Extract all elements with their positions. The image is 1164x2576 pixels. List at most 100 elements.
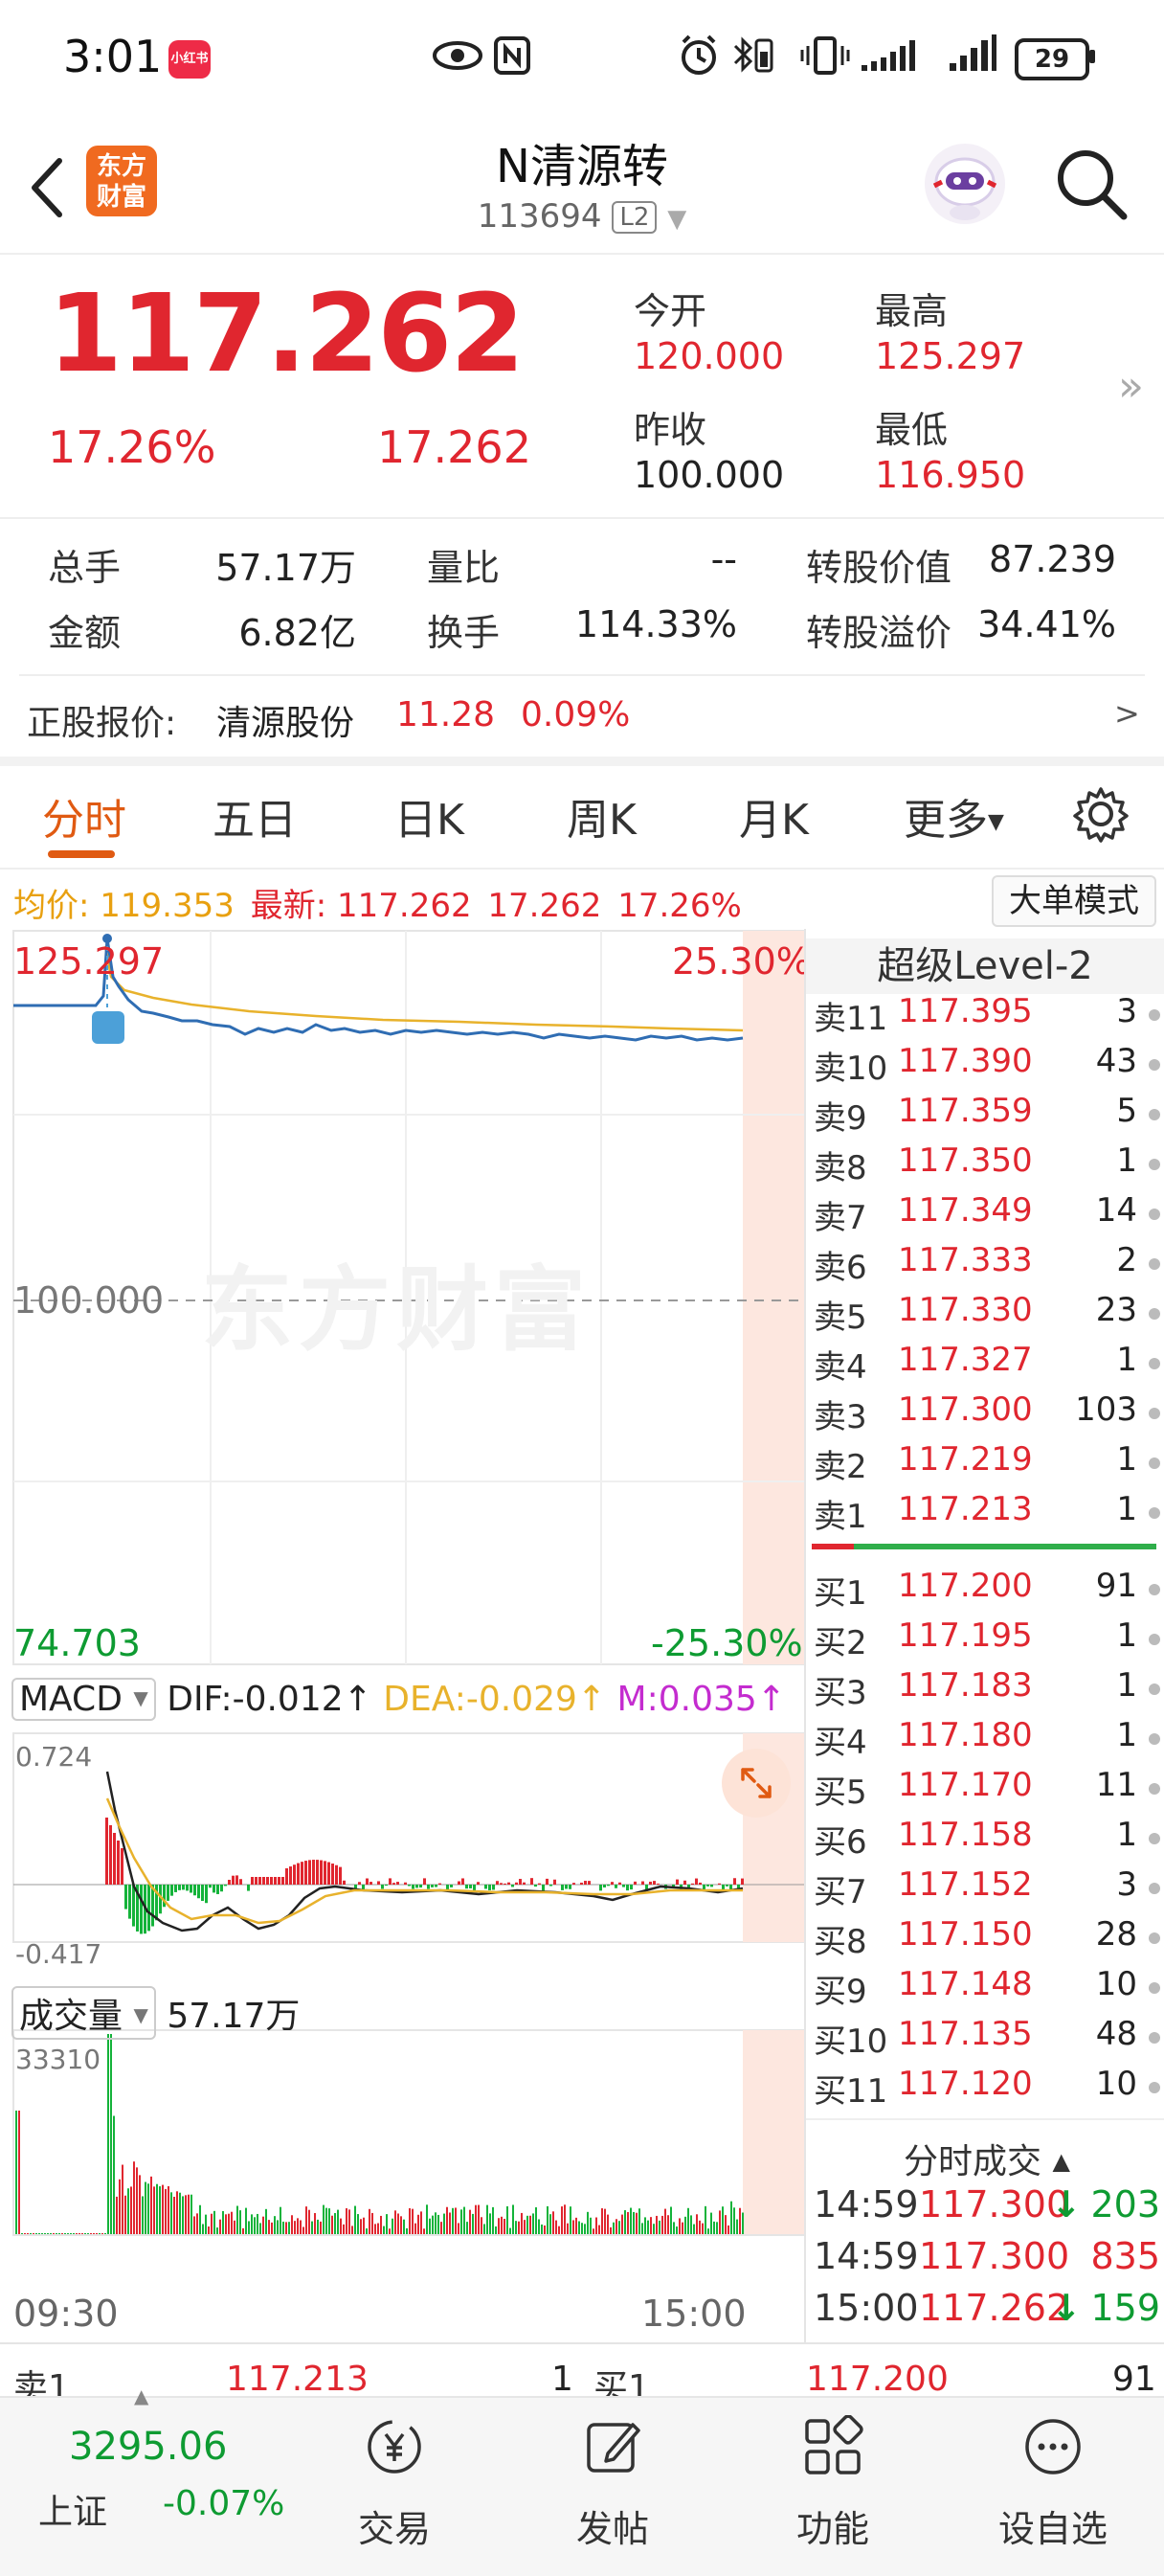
volume-bar	[225, 2214, 227, 2235]
volume-bar	[684, 2216, 686, 2235]
macd-bar	[113, 1833, 116, 1885]
ask-row[interactable]: 卖11 117.395 3	[814, 992, 1160, 1042]
macd-bar	[423, 1878, 426, 1885]
volume-bar	[440, 2222, 442, 2235]
ask-row[interactable]: 卖3 117.300 103	[814, 1390, 1160, 1440]
macd-bar	[653, 1881, 656, 1885]
bid-row[interactable]: 买8 117.150 28	[814, 1915, 1160, 1965]
macd-bar	[435, 1885, 437, 1887]
tab-daily-k[interactable]: 日K	[394, 785, 464, 847]
sell-marker-text: S	[100, 1044, 117, 1071]
bid-row[interactable]: 买9 117.148 10	[814, 1965, 1160, 2015]
bid-level-label: 买7	[814, 1873, 867, 1911]
change-amount: 17.262	[377, 421, 531, 473]
volume-bar	[179, 2192, 181, 2235]
intraday-chart[interactable]	[0, 929, 806, 2298]
nav-functions[interactable]: 功能	[756, 2413, 909, 2566]
volume-bar	[360, 2219, 362, 2235]
bid-row[interactable]: 买11 117.120 10	[814, 2065, 1160, 2114]
macd-bar	[507, 1882, 510, 1885]
ask-row[interactable]: 卖10 117.390 43	[814, 1042, 1160, 1092]
volume-bar	[182, 2196, 184, 2235]
bid-row[interactable]: 买2 117.195 1	[814, 1616, 1160, 1666]
volume-bar	[351, 2226, 353, 2235]
volume-ratio-label: 量比	[427, 547, 501, 589]
bid-row[interactable]: 买4 117.180 1	[814, 1716, 1160, 1766]
volume-bar	[469, 2209, 471, 2235]
macd-bar	[389, 1878, 392, 1885]
bid-volume: 10	[1095, 1965, 1137, 2003]
ai-robot-assistant-icon[interactable]	[921, 140, 1009, 228]
ask-row[interactable]: 卖7 117.349 14	[814, 1191, 1160, 1241]
big-order-mode-button[interactable]: 大单模式	[992, 875, 1156, 927]
nav-trade[interactable]: 交易	[318, 2413, 471, 2566]
expand-chart-button[interactable]	[722, 1749, 791, 1818]
bid-row[interactable]: 买3 117.183 1	[814, 1666, 1160, 1716]
volume-bar	[664, 2208, 666, 2235]
settings-gear-icon[interactable]	[1072, 785, 1130, 843]
ask-price: 117.349	[898, 1191, 1033, 1230]
ask-row[interactable]: 卖4 117.327 1	[814, 1341, 1160, 1390]
ask-price: 117.330	[898, 1291, 1033, 1329]
nav-watchlist[interactable]: 设自选	[976, 2413, 1130, 2566]
bid-row[interactable]: 买7 117.152 3	[814, 1865, 1160, 1915]
volume-bar	[245, 2207, 247, 2235]
bid-volume: 11	[1095, 1766, 1137, 1804]
tab-five-day[interactable]: 五日	[213, 785, 297, 847]
dot-indicator-icon	[1149, 1159, 1160, 1170]
macd-bar	[327, 1862, 330, 1885]
volume-bar	[268, 2220, 270, 2235]
bid-row[interactable]: 买10 117.135 48	[814, 2015, 1160, 2065]
ask-row[interactable]: 卖1 117.213 1	[814, 1490, 1160, 1540]
bid-row[interactable]: 买6 117.158 1	[814, 1816, 1160, 1865]
ask-row[interactable]: 卖8 117.350 1	[814, 1141, 1160, 1191]
volume-bar	[598, 2225, 600, 2235]
volume-bar	[113, 2115, 115, 2235]
divider	[806, 2118, 1164, 2120]
volume-bar	[728, 2225, 729, 2235]
price-axis-low: 74.703	[13, 1622, 141, 1664]
nav-post[interactable]: 发帖	[536, 2413, 689, 2566]
bid-row[interactable]: 买1 117.200 91	[814, 1567, 1160, 1616]
ask-price: 117.327	[898, 1341, 1033, 1379]
grid-functions-icon	[805, 2415, 863, 2474]
ask-row[interactable]: 卖5 117.330 23	[814, 1291, 1160, 1341]
tab-more[interactable]: 更多▼	[904, 785, 1004, 847]
dot-indicator-icon	[1149, 1584, 1160, 1595]
divider	[19, 674, 1145, 676]
volume-bar	[742, 2212, 744, 2235]
underlying-stock-row[interactable]: 正股报价: 清源股份 11.28 0.09% >	[0, 684, 1164, 757]
total-hand-label: 总手	[48, 547, 122, 589]
ask-level-label: 卖5	[814, 1299, 867, 1337]
ask-row[interactable]: 卖6 117.333 2	[814, 1241, 1160, 1291]
sell-marker-badge[interactable]	[92, 1011, 124, 1044]
volume-select[interactable]: 成交量 ▼	[11, 1986, 156, 2040]
tab-weekly-k[interactable]: 周K	[567, 785, 637, 847]
bid-row[interactable]: 买5 117.170 11	[814, 1766, 1160, 1816]
ask-row[interactable]: 卖2 117.219 1	[814, 1440, 1160, 1490]
macd-bar	[335, 1864, 338, 1885]
more-quote-chevron-icon[interactable]: »	[1118, 362, 1144, 411]
volume-bar	[673, 2222, 675, 2235]
eastmoney-watermark: 东方财富	[201, 1256, 592, 1364]
volume-bar	[478, 2204, 480, 2235]
ask-volume: 103	[1075, 1390, 1137, 1429]
tick-trades-header[interactable]: 分时成交 ▲	[814, 2134, 1160, 2183]
prev-close-label: 昨收	[634, 409, 707, 451]
volume-bar	[162, 2184, 164, 2235]
volume-bar	[584, 2224, 586, 2235]
volume-bar	[133, 2161, 135, 2235]
tab-intraday[interactable]: 分时	[42, 785, 126, 847]
ask-ratio-bar	[812, 1544, 854, 1549]
tab-monthly-k[interactable]: 月K	[739, 785, 809, 847]
ask-row[interactable]: 卖9 117.359 5	[814, 1092, 1160, 1141]
macd-select[interactable]: MACD ▼	[11, 1678, 156, 1721]
macd-bar	[216, 1885, 219, 1894]
macd-bar	[251, 1877, 254, 1885]
search-icon[interactable]	[1053, 146, 1130, 222]
ask-level-label: 卖7	[814, 1199, 867, 1237]
index-ticker[interactable]: ▲ 3295.06 上证 -0.07%	[0, 2384, 306, 2576]
volume-bar	[211, 2213, 213, 2235]
volume-bar	[242, 2227, 244, 2235]
level2-header[interactable]: 超级Level-2	[806, 938, 1164, 994]
